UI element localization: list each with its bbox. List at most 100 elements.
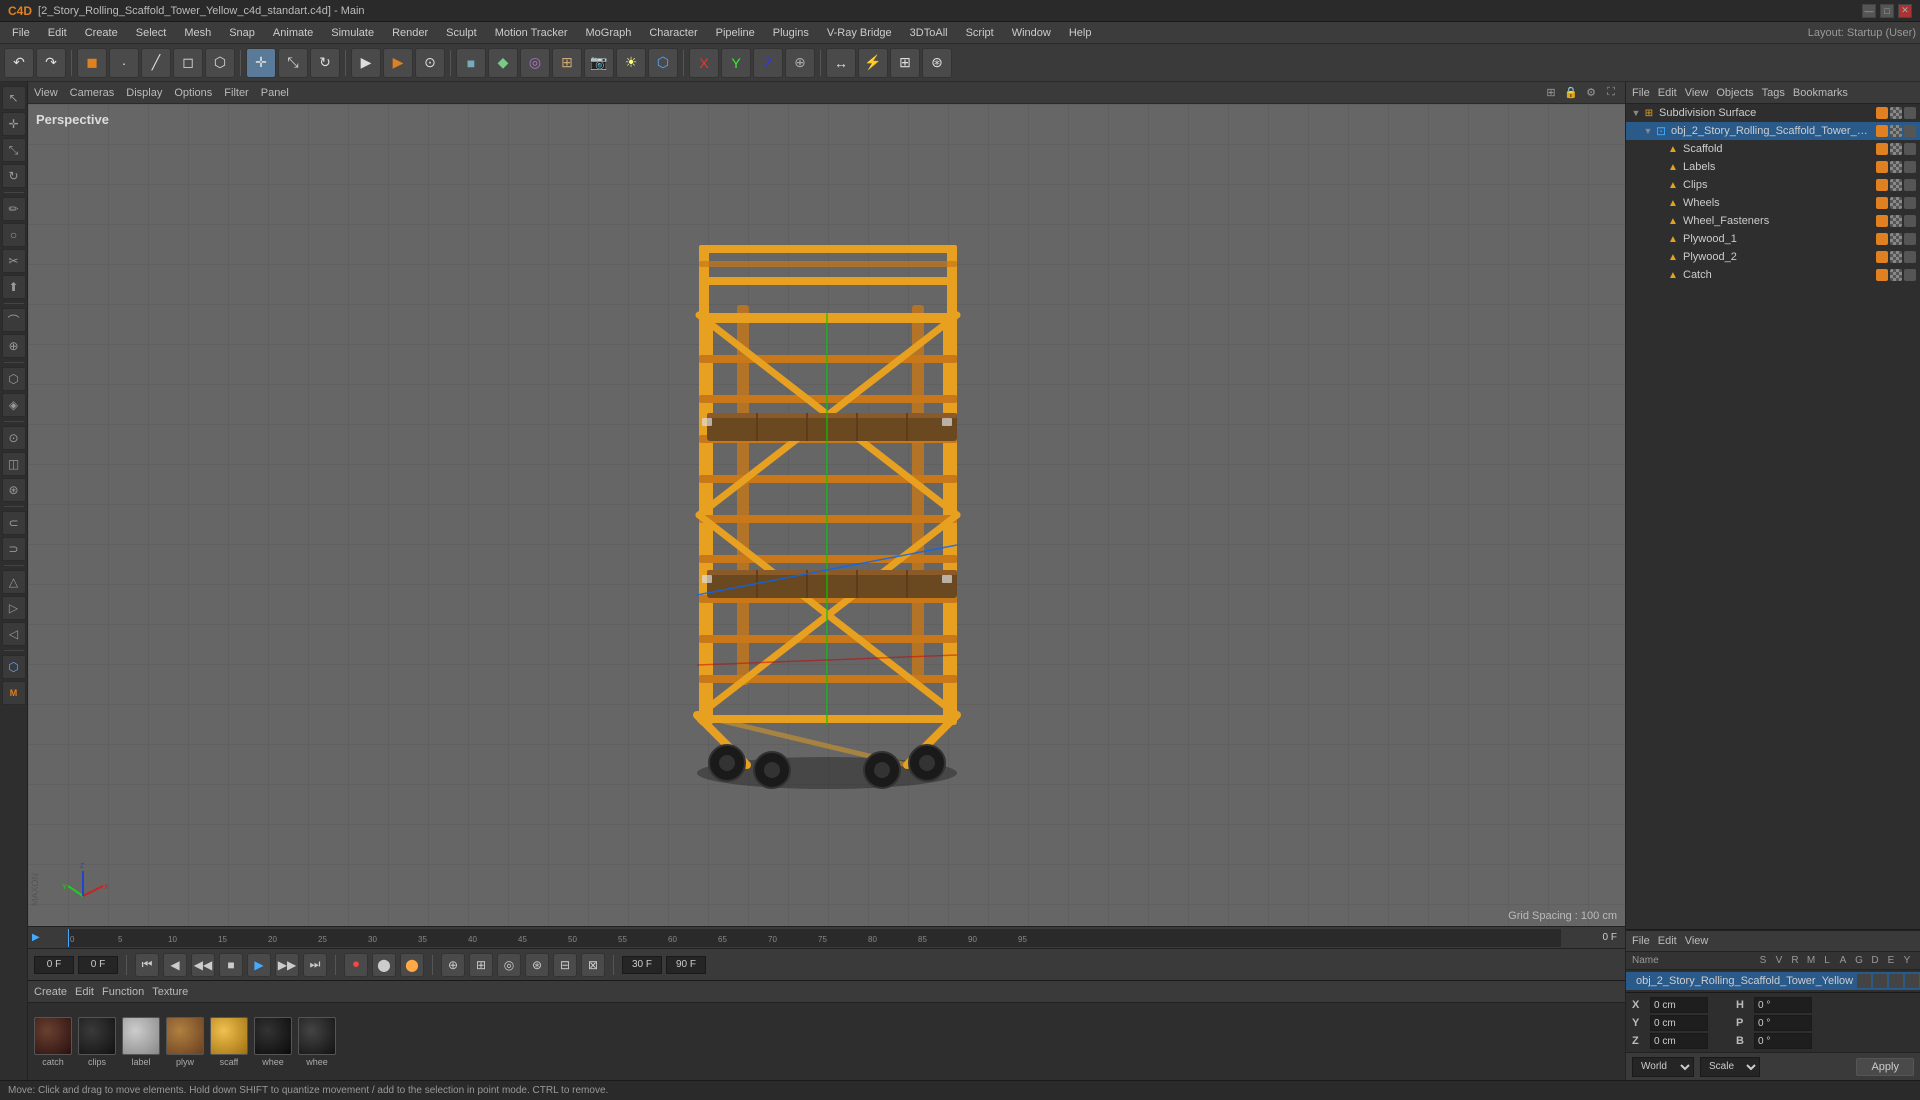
menu-character[interactable]: Character — [641, 25, 705, 41]
obj-vis-plywood1[interactable] — [1876, 233, 1888, 245]
obj-vis-scaffold[interactable] — [1876, 143, 1888, 155]
render-button[interactable]: ▶ — [383, 48, 413, 78]
polygons-mode-button[interactable]: ◻ — [173, 48, 203, 78]
soft-select[interactable]: ⊙ — [2, 426, 26, 450]
obj-extra-scaffold[interactable] — [1904, 143, 1916, 155]
material-wheel1[interactable]: whee — [254, 1017, 292, 1067]
mat-s-btn[interactable] — [1857, 974, 1871, 988]
obj-lock-main[interactable] — [1890, 125, 1902, 137]
viewport-settings-icon[interactable]: ⚙ — [1583, 85, 1599, 101]
close-button[interactable]: ✕ — [1898, 4, 1912, 18]
menu-simulate[interactable]: Simulate — [323, 25, 382, 41]
mat-row-main-object[interactable]: obj_2_Story_Rolling_Scaffold_Tower_Yello… — [1626, 972, 1920, 990]
select-tool[interactable]: ↖ — [2, 86, 26, 110]
obj-lock-plywood1[interactable] — [1890, 233, 1902, 245]
mat-edit-tab[interactable]: Edit — [75, 986, 94, 998]
texture-tool[interactable]: ◈ — [2, 393, 26, 417]
maximize-button[interactable]: □ — [1880, 4, 1894, 18]
obj-vis-catch[interactable] — [1876, 269, 1888, 281]
menu-pipeline[interactable]: Pipeline — [708, 25, 763, 41]
x-axis-button[interactable]: X — [689, 48, 719, 78]
obj-extra-wheels[interactable] — [1904, 197, 1916, 209]
ir-button[interactable]: ⊙ — [415, 48, 445, 78]
deformer-button[interactable]: ⊞ — [552, 48, 582, 78]
viewport-fullscreen-icon[interactable]: ⛶ — [1603, 85, 1619, 101]
obj-row-main[interactable]: ▼ ⊡ obj_2_Story_Rolling_Scaffold_Tower_Y… — [1626, 122, 1920, 140]
obj-row-clips[interactable]: ▲ Clips — [1626, 176, 1920, 194]
apply-button[interactable]: Apply — [1856, 1058, 1914, 1076]
y-axis-button[interactable]: Y — [721, 48, 751, 78]
start-frame-input[interactable] — [34, 956, 74, 974]
obj-lock-clips[interactable] — [1890, 179, 1902, 191]
mat-edit-menu[interactable]: Edit — [1658, 935, 1677, 947]
sculpt-mode-button[interactable]: ⬡ — [205, 48, 235, 78]
menu-motion-tracker[interactable]: Motion Tracker — [487, 25, 576, 41]
go-end-button[interactable]: ⏭ — [303, 953, 327, 977]
undo-button[interactable]: ↶ — [4, 48, 34, 78]
paint-tool[interactable]: ⬡ — [2, 367, 26, 391]
obj-file-menu[interactable]: File — [1632, 87, 1650, 99]
cube-tool-button[interactable]: ■ — [456, 48, 486, 78]
obj-extra-plywood1[interactable] — [1904, 233, 1916, 245]
viewport-menu-options[interactable]: Options — [174, 87, 212, 99]
coord-y-input[interactable] — [1650, 1015, 1708, 1031]
obj-extra-wf[interactable] — [1904, 215, 1916, 227]
motion-btn-4[interactable]: ⊛ — [525, 953, 549, 977]
obj-lock-catch[interactable] — [1890, 269, 1902, 281]
mat-m-btn[interactable] — [1905, 974, 1919, 988]
mat-function-tab[interactable]: Function — [102, 986, 144, 998]
play-button[interactable]: ▶ — [247, 953, 271, 977]
weights-tool[interactable]: ⊂ — [2, 511, 26, 535]
prev-frame-button[interactable]: ◀ — [163, 953, 187, 977]
extrude-tool[interactable]: ⬆ — [2, 275, 26, 299]
obj-lock-subdivision[interactable] — [1890, 107, 1902, 119]
keyframe-auto-button[interactable]: ⬤ — [400, 953, 424, 977]
obj-bookmarks-menu[interactable]: Bookmarks — [1793, 87, 1848, 99]
menu-animate[interactable]: Animate — [265, 25, 321, 41]
scale-tool[interactable]: ⤡ — [2, 138, 26, 162]
obj-extra-subdivision[interactable] — [1904, 107, 1916, 119]
obj-row-subdivision[interactable]: ▼ ⊞ Subdivision Surface — [1626, 104, 1920, 122]
viewport[interactable]: Perspective — [28, 104, 1625, 926]
motion-btn-2[interactable]: ⊞ — [469, 953, 493, 977]
fps-input[interactable] — [622, 956, 662, 974]
obj-row-wheels[interactable]: ▲ Wheels — [1626, 194, 1920, 212]
edges-mode-button[interactable]: ╱ — [141, 48, 171, 78]
timeline-ruler-bar[interactable]: ▶ 0 5 10 15 20 25 30 35 — [28, 926, 1625, 948]
obj-extra-main[interactable] — [1904, 125, 1916, 137]
obj-view-menu[interactable]: View — [1685, 87, 1709, 99]
joint-tool[interactable]: ⊕ — [2, 334, 26, 358]
spline-button[interactable]: ◎ — [520, 48, 550, 78]
world-axis-button[interactable]: ⊕ — [785, 48, 815, 78]
obj-vis-plywood2[interactable] — [1876, 251, 1888, 263]
knife-tool[interactable]: ✂ — [2, 249, 26, 273]
brush-tool[interactable]: ○ — [2, 223, 26, 247]
menu-mograph[interactable]: MoGraph — [577, 25, 639, 41]
timeline-ruler[interactable]: 0 5 10 15 20 25 30 35 40 45 50 55 60 65 … — [68, 929, 1561, 947]
menu-mesh[interactable]: Mesh — [176, 25, 219, 41]
menu-file[interactable]: File — [4, 25, 38, 41]
obj-vis-clips[interactable] — [1876, 179, 1888, 191]
menu-3dtoall[interactable]: 3DToAll — [902, 25, 956, 41]
light-button[interactable]: ☀ — [616, 48, 646, 78]
motion-btn-6[interactable]: ⊠ — [581, 953, 605, 977]
redo-button[interactable]: ↷ — [36, 48, 66, 78]
extra-tool-1[interactable]: △ — [2, 570, 26, 594]
move-tool-button[interactable]: ✛ — [246, 48, 276, 78]
obj-lock-labels[interactable] — [1890, 161, 1902, 173]
material-scaffold[interactable]: scaff — [210, 1017, 248, 1067]
obj-vis-wf[interactable] — [1876, 215, 1888, 227]
mirror-tool[interactable]: ◫ — [2, 452, 26, 476]
menu-render[interactable]: Render — [384, 25, 436, 41]
play-reverse-button[interactable]: ◀◀ — [191, 953, 215, 977]
material-label[interactable]: label — [122, 1017, 160, 1067]
material-wheel2[interactable]: whee — [298, 1017, 336, 1067]
spline-draw[interactable]: ⌒ — [2, 308, 26, 332]
obj-edit-menu[interactable]: Edit — [1658, 87, 1677, 99]
obj-row-scaffold[interactable]: ▲ Scaffold — [1626, 140, 1920, 158]
motion-btn-3[interactable]: ◎ — [497, 953, 521, 977]
coord-h-input[interactable] — [1754, 997, 1812, 1013]
material-catch[interactable]: catch — [34, 1017, 72, 1067]
py-tool[interactable]: ⬡ — [2, 655, 26, 679]
minimize-button[interactable]: — — [1862, 4, 1876, 18]
